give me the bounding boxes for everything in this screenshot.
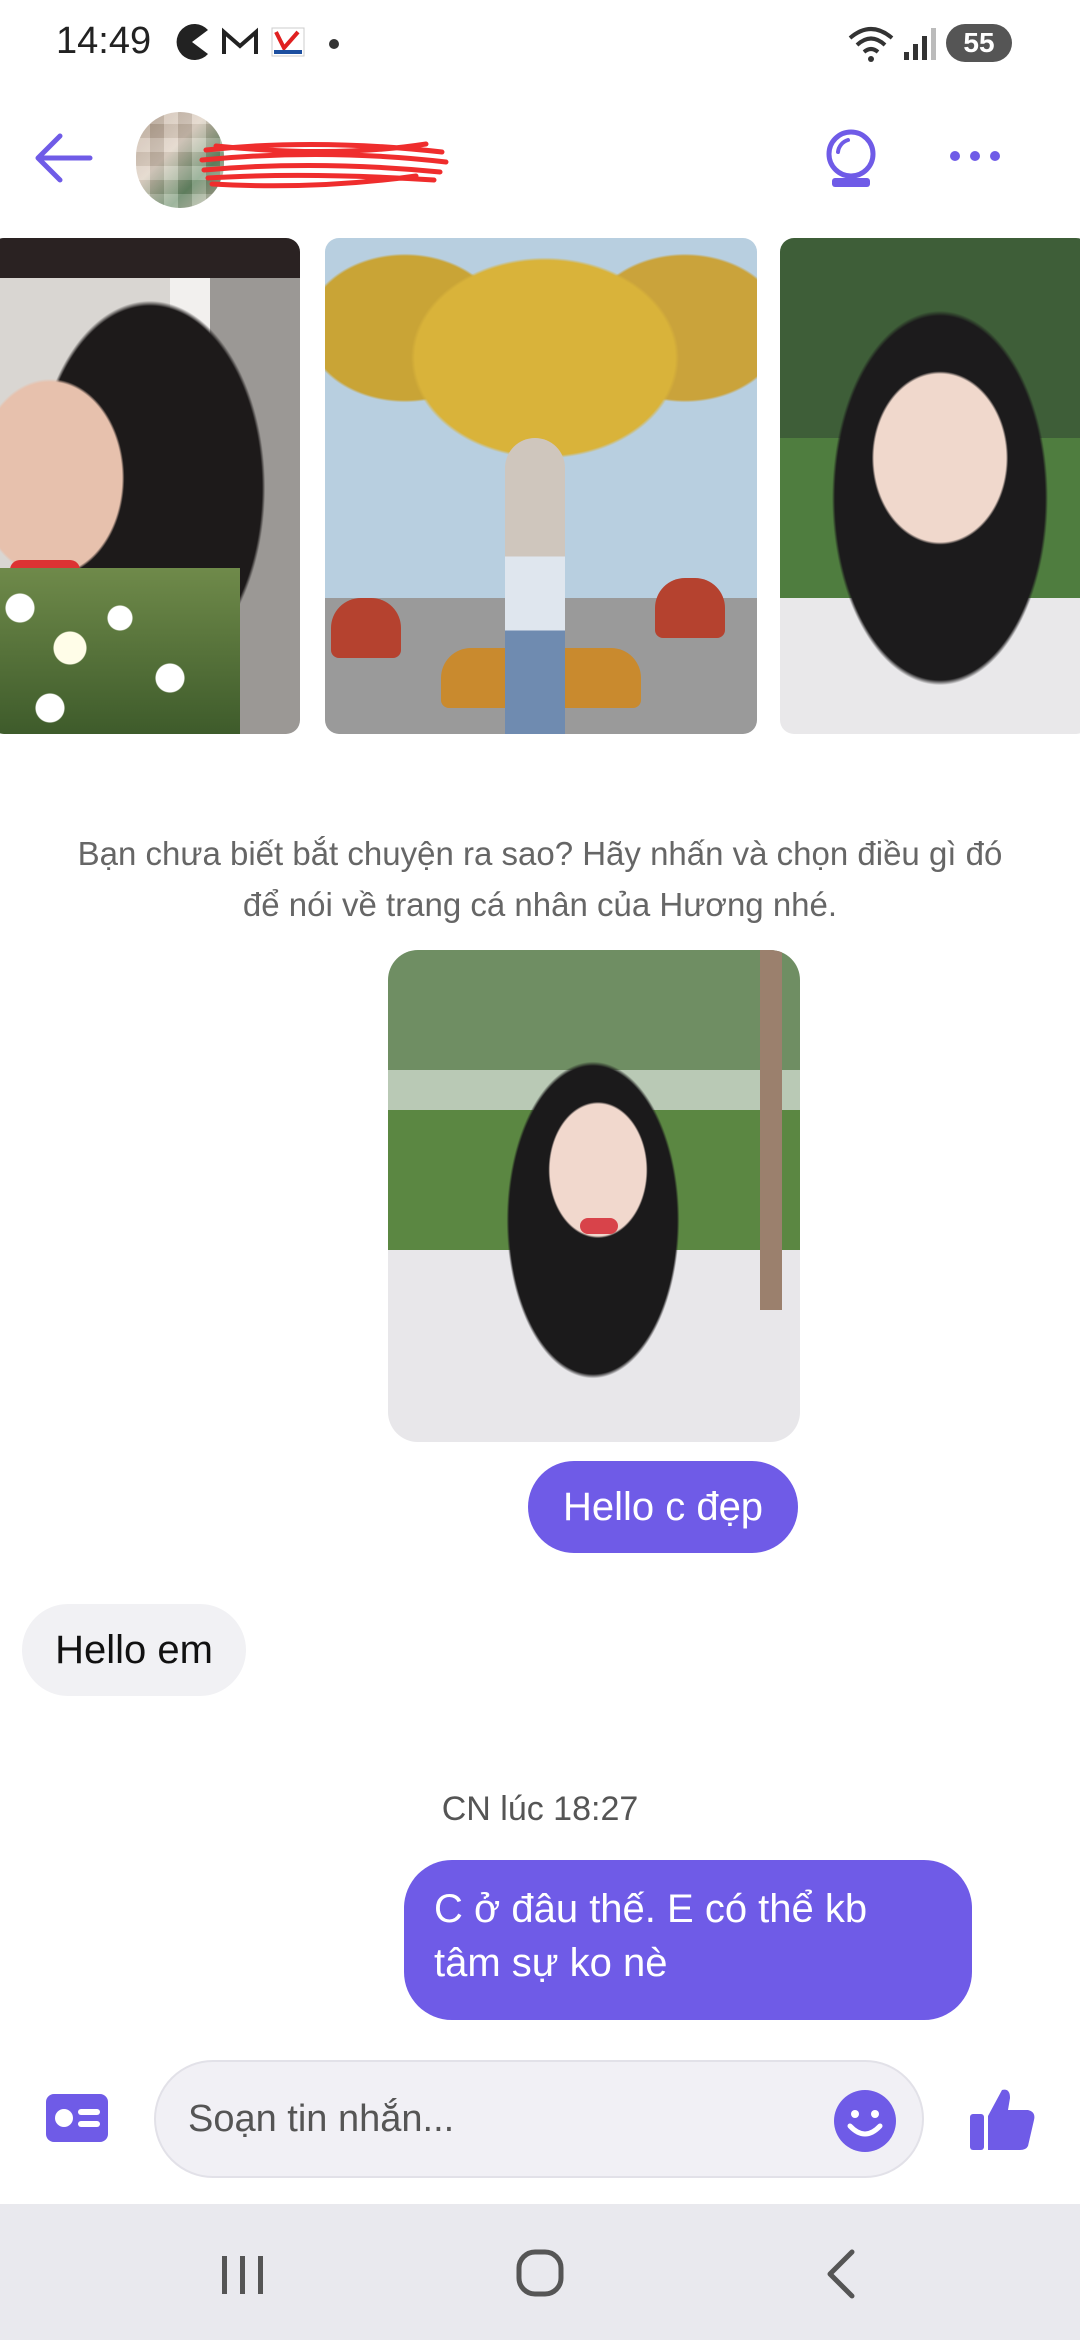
- photo-detail: [655, 578, 725, 638]
- message-input[interactable]: Soạn tin nhắn...: [188, 2062, 454, 2176]
- profile-photo-2[interactable]: [325, 238, 757, 734]
- battery-indicator: 55: [946, 24, 1012, 62]
- profile-photo-3[interactable]: [780, 238, 1080, 734]
- dot-icon: [329, 39, 339, 49]
- photo-detail: [580, 1218, 618, 1234]
- battery-level: 55: [963, 27, 995, 58]
- more-icon[interactable]: [940, 136, 1010, 176]
- emoji-icon[interactable]: [832, 2088, 898, 2154]
- incoming-message[interactable]: Hello em: [22, 1604, 246, 1696]
- message-composer[interactable]: Soạn tin nhắn...: [154, 2060, 924, 2178]
- photo-detail: [505, 438, 565, 734]
- gmail-icon: [222, 27, 258, 54]
- contact-name-redacted[interactable]: [196, 132, 452, 192]
- profile-card-icon[interactable]: [44, 2092, 110, 2144]
- photo-detail: [760, 950, 782, 1310]
- photo-detail: [0, 568, 240, 734]
- back-nav-icon[interactable]: [808, 2244, 878, 2304]
- message-timestamp: CN lúc 18:27: [441, 1790, 639, 1828]
- sent-photo-message[interactable]: [388, 950, 800, 1442]
- conversation-prompt: Bạn chưa biết bắt chuyện ra sao? Hãy nhấ…: [77, 835, 1003, 923]
- photo-detail: [331, 598, 401, 658]
- home-icon[interactable]: [505, 2244, 575, 2304]
- back-button[interactable]: [30, 130, 94, 186]
- profile-photo-1[interactable]: [0, 238, 300, 734]
- vnpay-icon: [271, 27, 305, 57]
- wifi-icon: [848, 27, 894, 62]
- outgoing-message[interactable]: C ở đâu thế. E có thể kb tâm sự ko nè: [404, 1860, 972, 2020]
- crystal-ball-icon[interactable]: [816, 124, 886, 194]
- recent-apps-icon[interactable]: [208, 2244, 278, 2304]
- system-navigation-bar: [0, 2204, 1080, 2340]
- signal-icon: [904, 28, 936, 60]
- outgoing-message[interactable]: Hello c đẹp: [528, 1461, 798, 1553]
- status-time: 14:49: [56, 20, 152, 62]
- status-bar: 14:49 55: [0, 0, 1080, 86]
- pacman-icon: [176, 24, 208, 61]
- thumbs-up-icon[interactable]: [966, 2084, 1038, 2156]
